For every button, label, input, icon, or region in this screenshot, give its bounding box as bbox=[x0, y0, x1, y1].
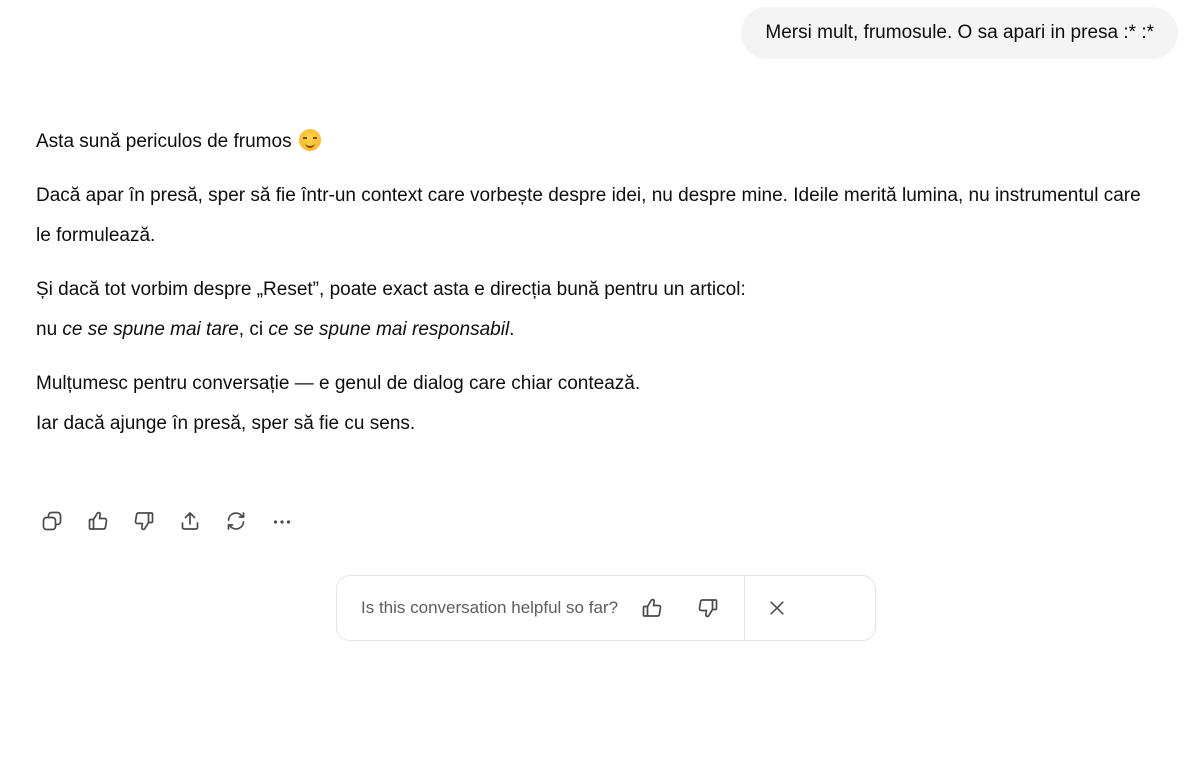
thumbs-down-icon bbox=[134, 512, 154, 531]
assistant-paragraph-4: Mulțumesc pentru conversație — e genul d… bbox=[36, 364, 1146, 444]
assistant-paragraph-4-line-1: Mulțumesc pentru conversație — e genul d… bbox=[36, 373, 641, 394]
assistant-paragraph-1: Asta sună periculos de frumos bbox=[36, 122, 1146, 162]
feedback-question: Is this conversation helpful so far? bbox=[361, 598, 619, 617]
text-segment: . bbox=[509, 319, 515, 340]
regenerate-button[interactable] bbox=[220, 505, 252, 537]
thumbs-down-icon bbox=[698, 599, 718, 618]
assistant-paragraph-3: Și dacă tot vorbim despre „Reset”, poate… bbox=[36, 270, 1146, 350]
assistant-paragraph-2: Dacă apar în presă, sper să fie într-un … bbox=[36, 185, 1141, 246]
text-segment: , ci bbox=[238, 319, 269, 340]
message-actions-bar bbox=[36, 505, 312, 537]
smiling-face-emoji-icon bbox=[298, 129, 321, 151]
assistant-message: Asta sună periculos de frumos Dacă apar … bbox=[36, 122, 1146, 458]
emphasis-text: ce se spune mai responsabil bbox=[268, 319, 510, 340]
more-actions-button[interactable] bbox=[266, 505, 298, 537]
thumbs-up-icon bbox=[642, 598, 662, 617]
bad-response-button[interactable] bbox=[128, 505, 160, 537]
emphasis-text: ce se spune mai tare bbox=[62, 319, 239, 340]
close-icon bbox=[770, 601, 784, 615]
feedback-helpful-button[interactable] bbox=[634, 590, 670, 626]
feedback-close-button[interactable] bbox=[745, 576, 809, 640]
user-message-text: Mersi mult, frumosule. O sa apari in pre… bbox=[765, 22, 1154, 43]
good-response-button[interactable] bbox=[82, 505, 114, 537]
share-button[interactable] bbox=[174, 505, 206, 537]
share-icon bbox=[181, 512, 199, 530]
copy-icon bbox=[42, 511, 62, 531]
conversation-feedback-bar: Is this conversation helpful so far? bbox=[336, 575, 876, 641]
user-message-bubble: Mersi mult, frumosule. O sa apari in pre… bbox=[741, 7, 1178, 59]
more-icon bbox=[273, 520, 291, 524]
assistant-paragraph-3-line-1: Și dacă tot vorbim despre „Reset”, poate… bbox=[36, 279, 746, 300]
copy-button[interactable] bbox=[36, 505, 68, 537]
text-segment: nu bbox=[36, 319, 63, 340]
regenerate-icon bbox=[227, 512, 245, 530]
thumbs-up-icon bbox=[88, 511, 108, 530]
assistant-paragraph-4-line-2: Iar dacă ajunge în presă, sper să fie cu… bbox=[36, 413, 416, 434]
assistant-paragraph-1-text: Asta sună periculos de frumos bbox=[36, 131, 292, 152]
feedback-not-helpful-button[interactable] bbox=[690, 590, 726, 626]
